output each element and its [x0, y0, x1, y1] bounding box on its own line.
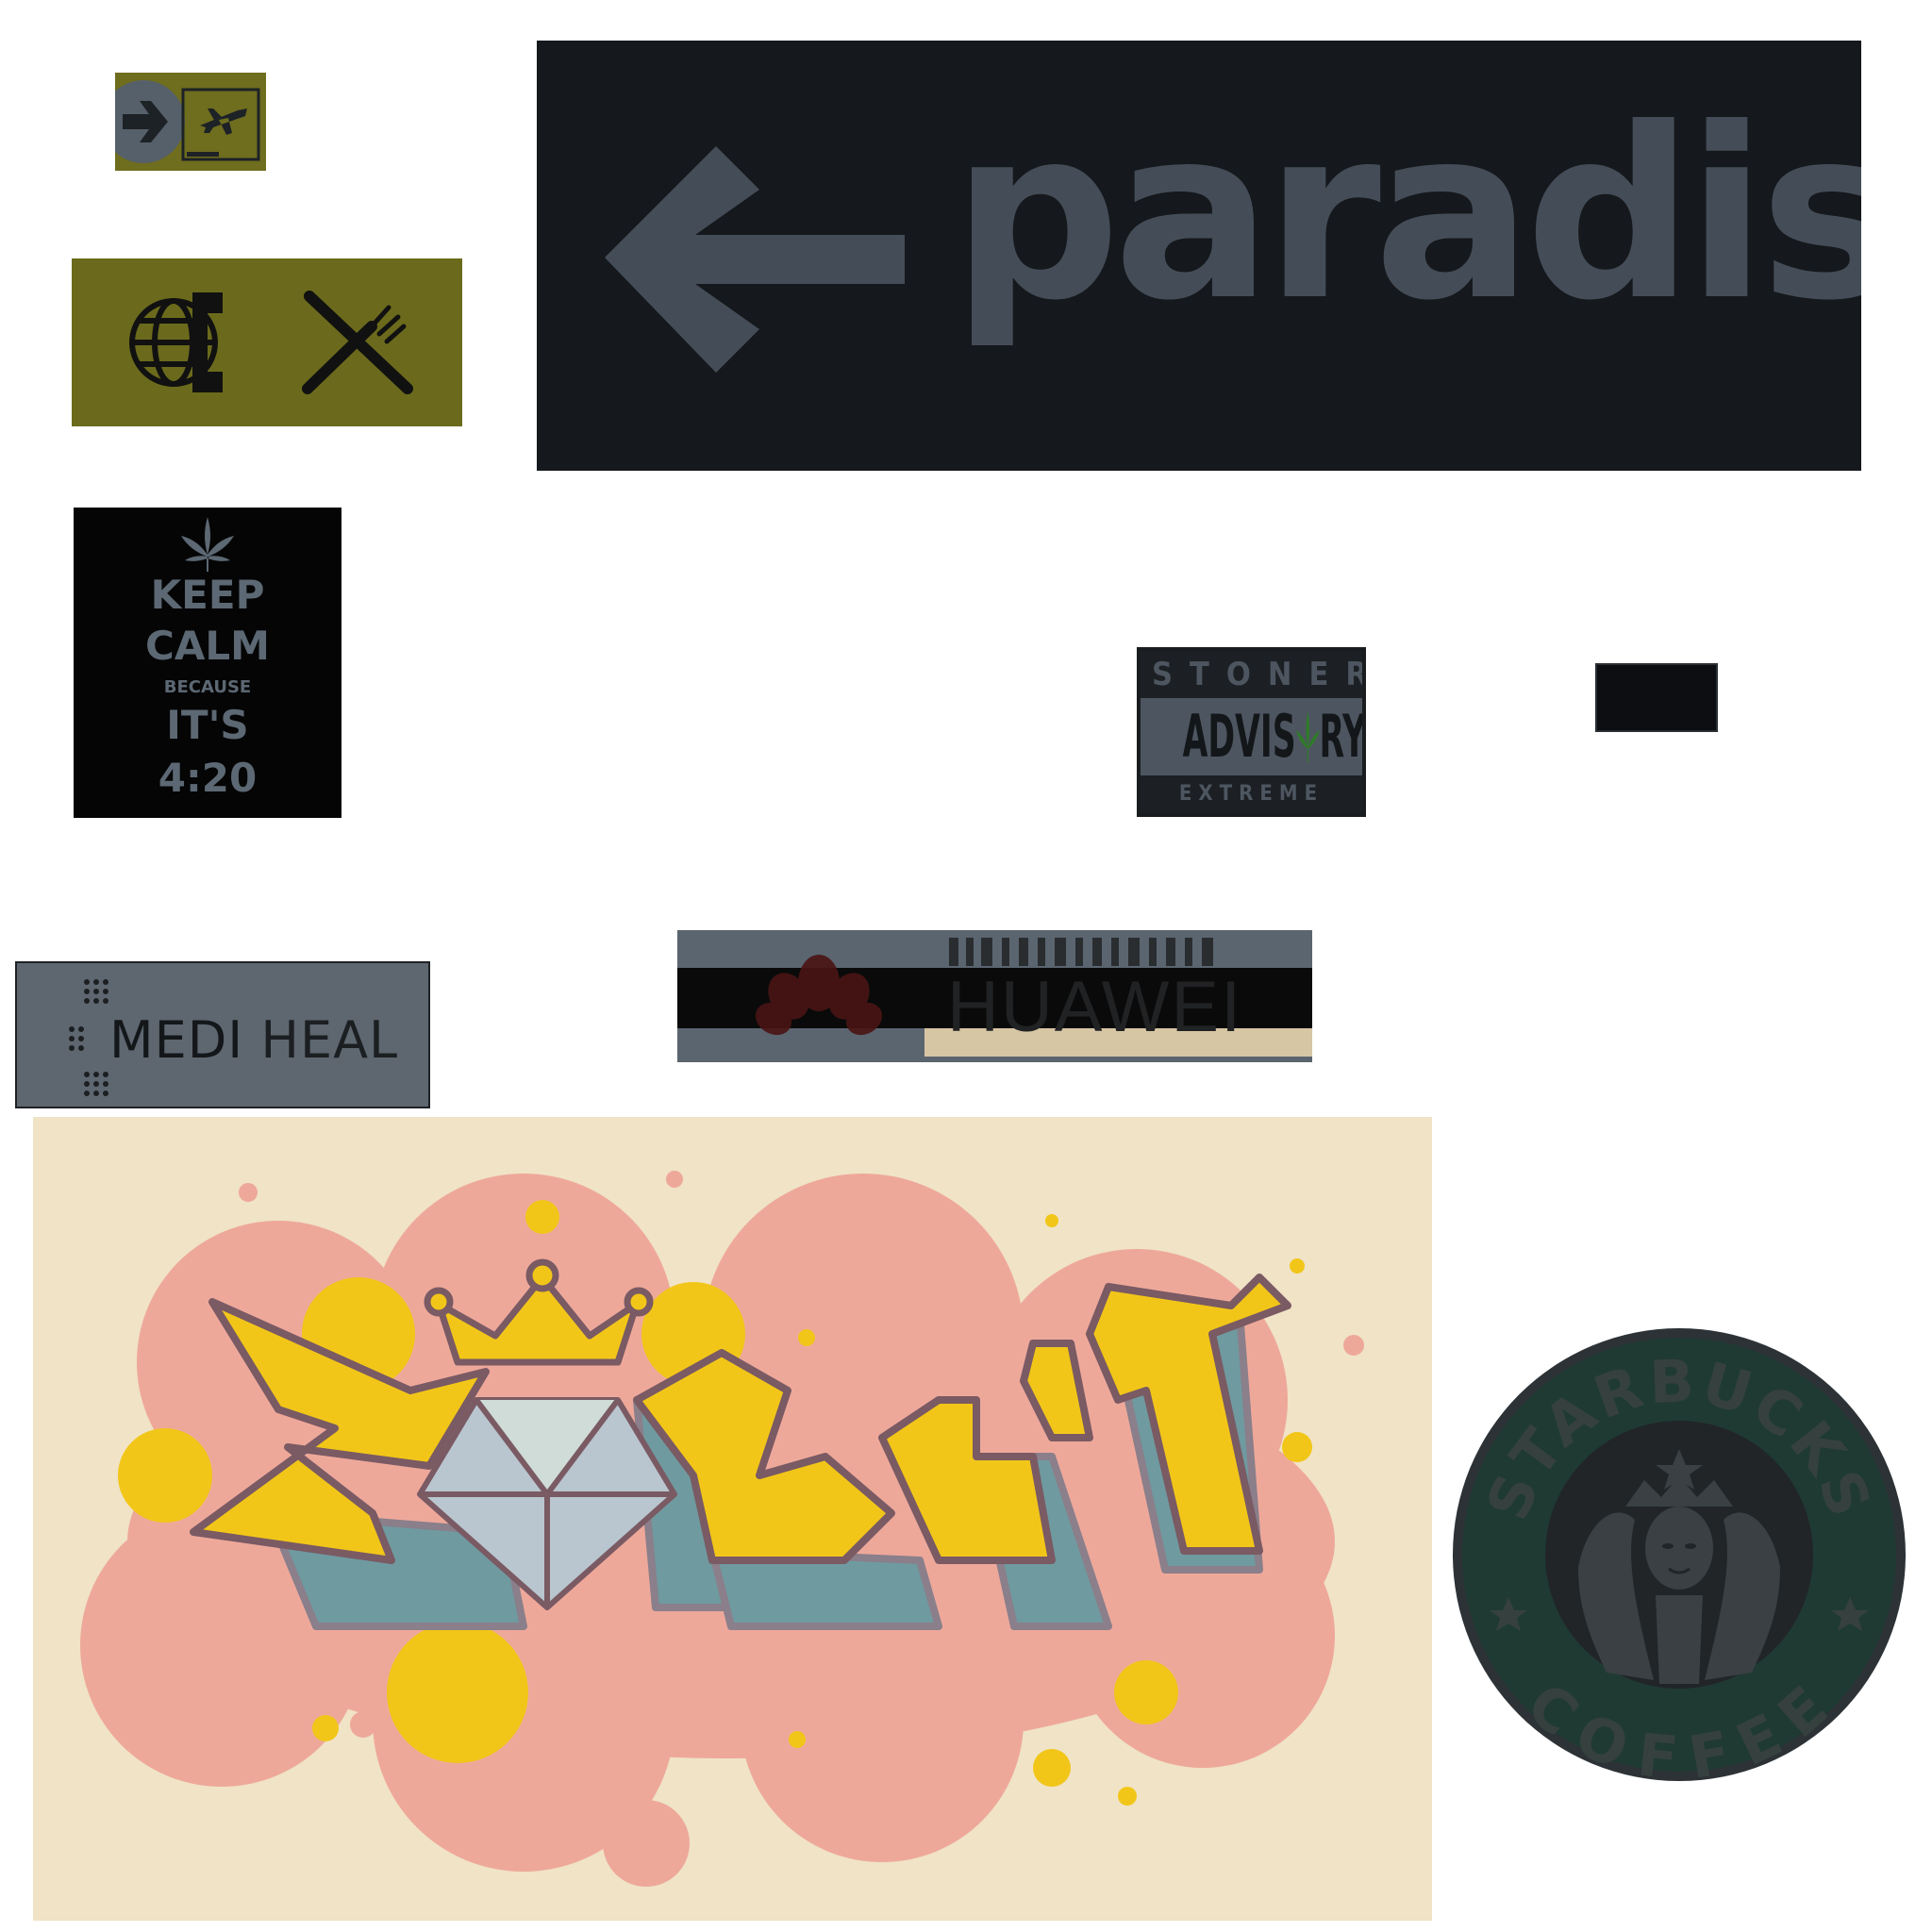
keep-calm-line-1: KEEP	[150, 572, 265, 618]
advisory-top-text: STONER	[1141, 651, 1362, 698]
keep-calm-poster: KEEP CALM BECAUSE IT'S 4:20	[74, 508, 341, 818]
phone-handset	[192, 292, 223, 392]
services-sign	[72, 258, 462, 426]
keep-calm-line-4: IT'S	[166, 702, 249, 748]
cannabis-leaf-icon	[181, 517, 234, 572]
arrow-left-icon	[605, 146, 905, 373]
dots-pattern	[69, 979, 108, 1096]
airplane-icon	[200, 108, 247, 135]
black-sign	[1595, 663, 1718, 732]
paradise-text: paradise	[952, 77, 1861, 352]
mediheal-part-1: MEDI	[109, 1010, 244, 1070]
mediheal-part-2: HEAL	[260, 1010, 399, 1070]
graffiti-art	[33, 1117, 1432, 1921]
huawei-sign: HUAWEI	[677, 930, 1312, 1062]
airport-sign	[115, 73, 266, 171]
advisory-bottom-text: EXTREME HIGH	[1141, 775, 1362, 813]
cannabis-leaf-icon	[1295, 711, 1320, 762]
advisory-middle-text: ADVIS	[1182, 702, 1296, 771]
restaurant-icon	[302, 291, 413, 394]
keep-calm-line-2: CALM	[145, 623, 270, 669]
stoner-advisory-label: STONER ADVISRY EXTREME HIGH	[1137, 647, 1366, 817]
keep-calm-line-5: 4:20	[158, 755, 258, 801]
advisory-middle: ADVIS RY	[1182, 702, 1362, 771]
mediheal-text: MEDI HEAL	[109, 1010, 398, 1070]
paradise-sign: paradise	[537, 41, 1861, 471]
plane-underline	[187, 152, 219, 157]
starbucks-logo: STARBUCKS COFFEE	[1446, 1322, 1912, 1788]
keep-calm-line-3: BECAUSE	[163, 677, 252, 697]
huawei-text: HUAWEI	[947, 967, 1243, 1047]
advisory-middle-end-text: RY	[1319, 702, 1366, 771]
mediheal-sign: MEDI HEAL	[15, 961, 430, 1108]
